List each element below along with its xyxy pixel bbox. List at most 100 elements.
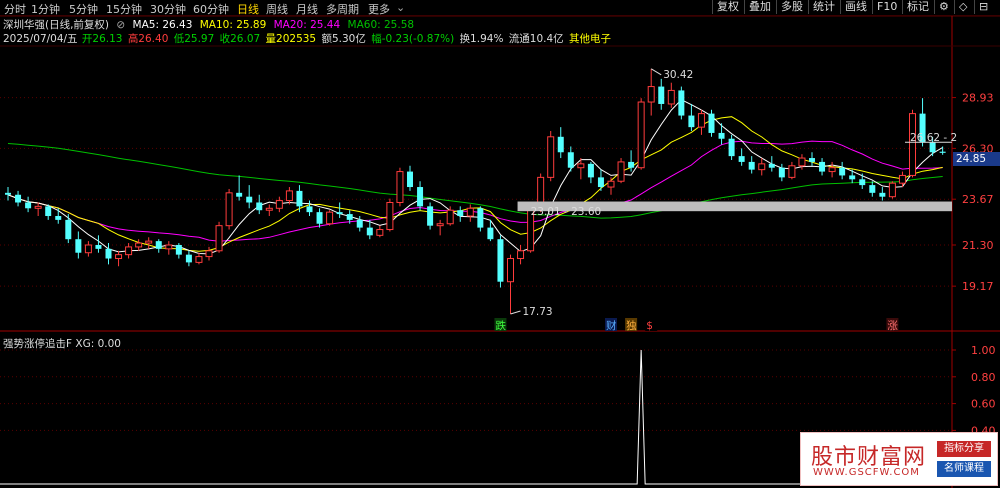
watermark-logo: 股市财富网 WWW.GSCFW.COM 指标分享 名师课程 [800,432,998,486]
candle-body [628,161,635,168]
candle-body [84,244,92,254]
candle-body [417,187,424,207]
candle-body [667,89,675,105]
candle-body [909,113,916,176]
sector-value[interactable]: 其他电子 [569,33,611,45]
current-price-tag: 24.85 [953,152,1000,166]
candle-body [296,190,303,207]
candle-body [849,175,856,180]
candle-body [346,214,353,220]
candle-body [45,206,52,217]
candle-body [336,212,343,215]
event-marker-label: $ [646,320,653,332]
event-marker-label: 独 [626,319,637,332]
event-marker-label: 跌 [495,319,506,332]
candle-body [809,158,815,162]
date-value: 2025/07/04/五 [3,33,78,45]
candle-body [25,202,32,209]
candle-body [929,142,936,153]
period-fenshi[interactable]: 分时 [4,1,26,17]
candle-body [236,192,243,197]
candle-body [828,167,836,173]
candle-body [165,244,173,250]
period-60min[interactable]: 60分钟 [193,1,229,17]
candle-body [256,202,263,211]
sub-axis-label: 1.00 [971,344,996,357]
minimize-icon[interactable]: ⊟ [974,0,992,14]
candle-body [617,161,625,182]
candle-body [748,161,755,170]
close-value: 收26.07 [219,33,261,45]
candle-body [758,163,766,171]
high-value: 高26.40 [127,33,169,45]
chart-canvas[interactable]: 28.9326.3023.6721.3019.17 30.4217.7323.0… [0,0,1000,488]
candle-body [869,185,876,193]
candle-body [778,167,785,178]
period-5min[interactable]: 5分钟 [69,1,98,17]
turnover-value: 换1.94% [459,33,504,45]
candle-body [436,223,444,227]
ma10-value: MA10: 25.89 [199,19,267,31]
period-1min[interactable]: 1分钟 [31,1,60,17]
more-chevron-icon[interactable]: ⌄ [396,1,405,14]
period-monthly[interactable]: 月线 [296,1,318,17]
candle-body [205,250,213,258]
mark-button[interactable]: 标记 [902,0,933,14]
draw-line-button[interactable]: 画线 [840,0,871,14]
candle-body [487,227,494,240]
candle-body [386,201,394,231]
price-axis-label: 19.17 [962,280,994,293]
quote-info-line: 2025/07/04/五 开26.13 高26.40 低25.97 收26.07… [3,31,615,46]
candle-body [275,200,283,209]
candle-body [567,152,574,168]
period-daily[interactable]: 日线 [237,1,259,17]
candle-body [517,250,525,260]
candle-body [246,196,253,203]
collapse-icon[interactable]: ⊘ [116,19,125,31]
candle-body [718,132,725,139]
candle-body [457,210,464,217]
period-multi[interactable]: 多周期 [326,1,359,17]
low-label: 17.73 [523,306,553,318]
period-weekly[interactable]: 周线 [266,1,288,17]
period-30min[interactable]: 30分钟 [150,1,186,17]
candle-body [326,211,334,225]
candle-body [306,206,313,213]
settings-icon[interactable]: ⚙ [934,0,953,14]
sub-axis-label: 0.60 [971,398,996,411]
candle-body [466,207,474,217]
candle-body [647,86,655,103]
candle-body [557,136,564,153]
statistics-button[interactable]: 统计 [808,0,839,14]
candle-body [225,192,233,227]
candle-body [658,86,665,104]
high-label: 30.42 [663,69,693,81]
period-more[interactable]: 更多 [368,1,390,17]
multi-stock-button[interactable]: 多股 [776,0,807,14]
sub-indicator-title[interactable]: 强势涨停追击F XG: 0.00 [3,336,121,351]
restore-rights-button[interactable]: 复权 [712,0,743,14]
candle-body [135,242,143,248]
candle-body [376,229,384,236]
candle-body [888,182,896,198]
candle-body [798,157,806,167]
candle-body [547,136,555,178]
candle-body [788,165,796,178]
watermark-tag-course: 名师课程 [937,461,991,477]
candle-body [366,227,373,236]
diamond-icon[interactable]: ◇ [954,0,971,14]
amount-value: 额5.30亿 [321,33,366,45]
price-axis-label: 21.30 [962,239,994,252]
ma20-value: MA20: 25.44 [273,19,341,31]
ma60-value: MA60: 25.58 [347,19,415,31]
ma-info-line: 深圳华强(日线,前复权) ⊘ MA5: 26.43 MA10: 25.89 MA… [3,17,418,32]
float-cap-value: 流通10.4亿 [508,33,564,45]
candle-body [5,192,11,195]
period-15min[interactable]: 15分钟 [106,1,142,17]
candle-body [407,171,413,188]
candle-body [15,194,22,203]
f10-button[interactable]: F10 [872,0,901,14]
overlay-button[interactable]: 叠加 [744,0,775,14]
candle-body [115,254,123,260]
candle-body [678,90,685,116]
